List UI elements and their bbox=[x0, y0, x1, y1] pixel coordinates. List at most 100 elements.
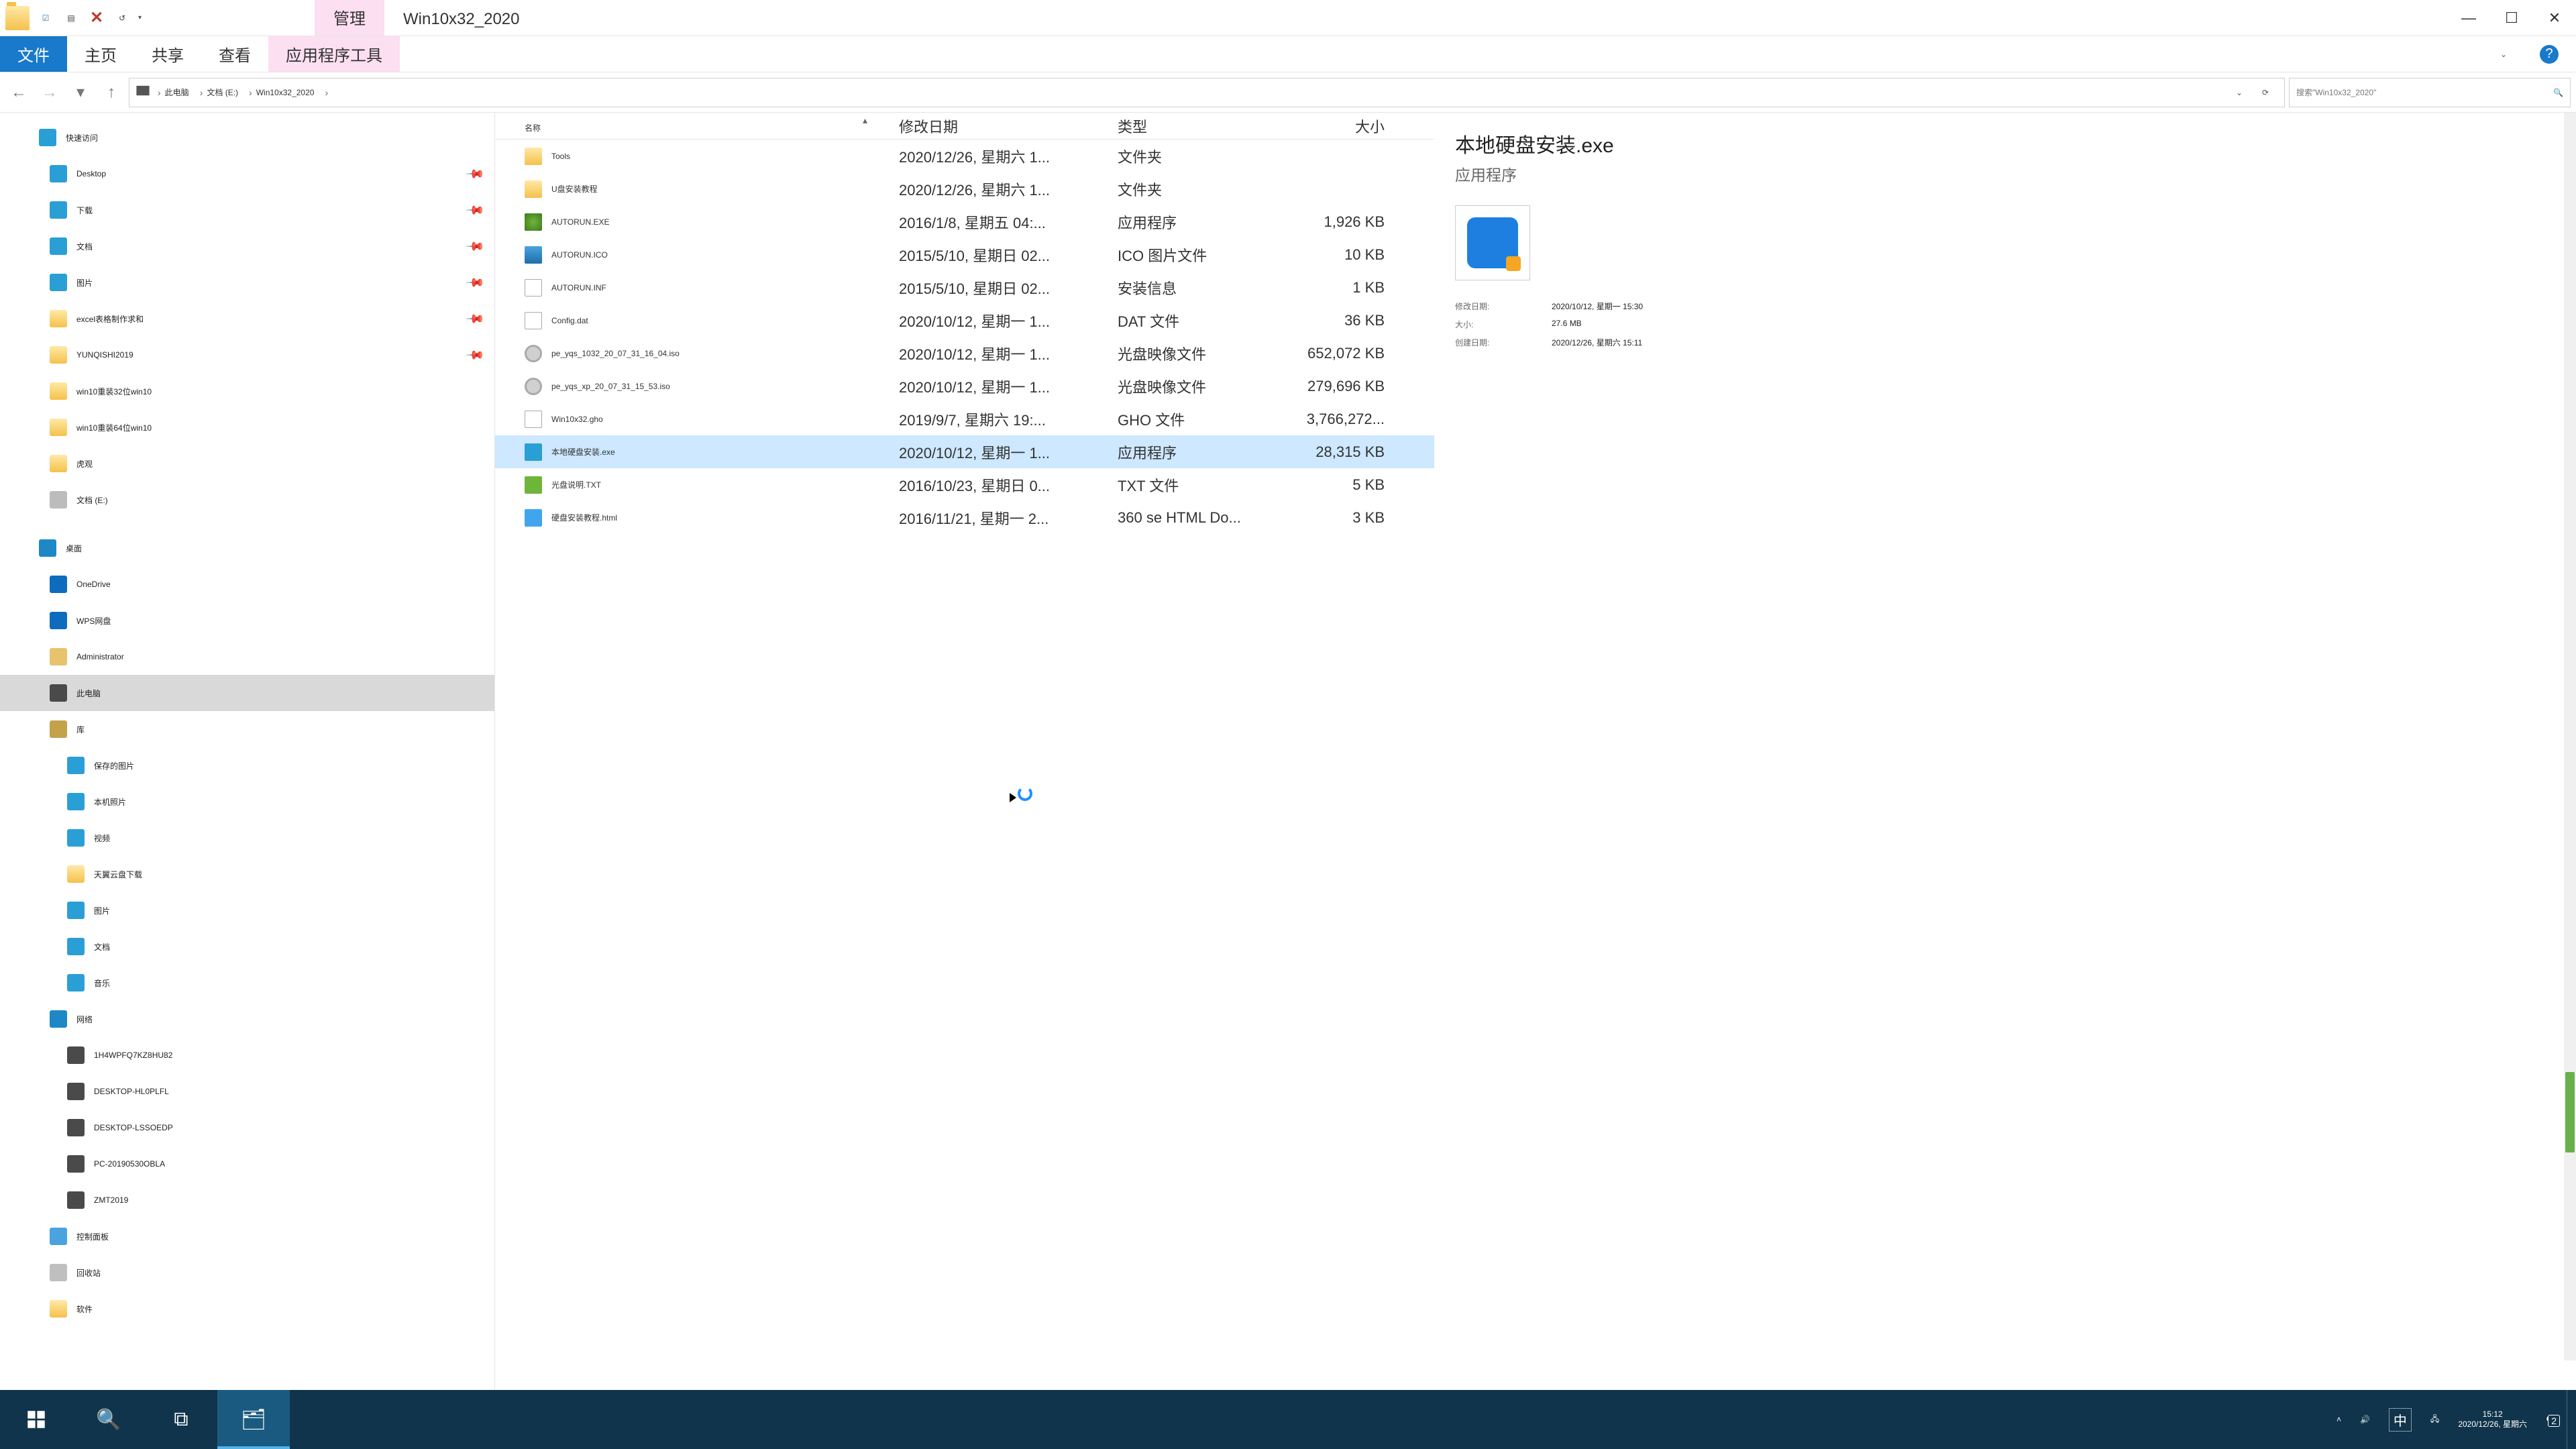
ribbon-help-button[interactable]: ? bbox=[2536, 36, 2563, 72]
file-row[interactable]: U盘安装教程2020/12/26, 星期六 1...文件夹 bbox=[495, 172, 1434, 205]
file-row[interactable]: 光盘说明.TXT2016/10/23, 星期日 0...TXT 文件5 KB bbox=[495, 468, 1434, 501]
nav-back-button[interactable]: ← bbox=[5, 79, 32, 106]
search-icon[interactable]: 🔍 bbox=[2553, 88, 2563, 97]
file-row[interactable]: Win10x32.gho2019/9/7, 星期六 19:...GHO 文件3,… bbox=[495, 402, 1434, 435]
tree-desktop-root[interactable]: 桌面 bbox=[0, 530, 494, 566]
tree-network-pc[interactable]: 1H4WPFQ7KZ8HU82 bbox=[0, 1037, 494, 1073]
tree-saved-pictures[interactable]: 保存的图片 bbox=[0, 747, 494, 784]
file-row[interactable]: Config.dat2020/10/12, 星期一 1...DAT 文件36 K… bbox=[495, 304, 1434, 337]
breadcrumb-root[interactable]: 此电脑 bbox=[165, 87, 189, 98]
file-list[interactable]: 名称▴ 修改日期 类型 大小 Tools2020/12/26, 星期六 1...… bbox=[495, 113, 1434, 1391]
maximize-button[interactable]: ☐ bbox=[2490, 0, 2533, 36]
tree-administrator[interactable]: Administrator bbox=[0, 639, 494, 675]
column-size[interactable]: 大小 bbox=[1291, 115, 1398, 137]
tray-ime-indicator[interactable]: 中 bbox=[2389, 1408, 2412, 1432]
address-bar[interactable]: › 此电脑 › 文档 (E:) › Win10x32_2020 › ⌄ ⟳ bbox=[129, 78, 2285, 107]
chevron-right-icon[interactable]: › bbox=[200, 87, 203, 98]
tray-volume-icon[interactable]: 🔊 bbox=[2360, 1415, 2370, 1424]
file-row[interactable]: 硬盘安装教程.html2016/11/21, 星期一 2...360 se HT… bbox=[495, 501, 1434, 534]
tree-documents2[interactable]: 文档 bbox=[0, 928, 494, 965]
tray-clock[interactable]: 15:12 2020/12/26, 星期六 bbox=[2458, 1409, 2527, 1430]
taskbar-taskview-button[interactable]: ⧉ bbox=[145, 1390, 217, 1449]
taskbar-explorer-button[interactable]: 🗂 bbox=[217, 1390, 290, 1449]
tree-network[interactable]: 网络 bbox=[0, 1001, 494, 1037]
tree-pictures2[interactable]: 图片 bbox=[0, 892, 494, 928]
tree-software[interactable]: 软件 bbox=[0, 1291, 494, 1327]
show-desktop-button[interactable] bbox=[2567, 1390, 2576, 1449]
file-row[interactable]: pe_yqs_xp_20_07_31_15_53.iso2020/10/12, … bbox=[495, 370, 1434, 402]
tree-win10-64[interactable]: win10重装64位win10 bbox=[0, 409, 494, 445]
start-button[interactable] bbox=[0, 1390, 72, 1449]
ribbon-tab-file[interactable]: 文件 bbox=[0, 36, 67, 72]
qat-customize-dropdown[interactable]: ▾ bbox=[138, 14, 142, 21]
tree-onedrive[interactable]: OneDrive bbox=[0, 566, 494, 602]
column-name[interactable]: 名称▴ bbox=[495, 117, 891, 135]
tree-network-pc[interactable]: ZMT2019 bbox=[0, 1182, 494, 1218]
ribbon-expand-icon[interactable]: ⌄ bbox=[2490, 36, 2517, 72]
qat-delete-icon[interactable]: ✕ bbox=[87, 9, 106, 28]
tray-network-icon[interactable]: 🖧 bbox=[2430, 1413, 2439, 1427]
tree-downloads[interactable]: 下载📌 bbox=[0, 192, 494, 228]
file-row[interactable]: 本地硬盘安装.exe2020/10/12, 星期一 1...应用程序28,315… bbox=[495, 435, 1434, 468]
tree-videos[interactable]: 视频 bbox=[0, 820, 494, 856]
search-input[interactable]: 搜索"Win10x32_2020" 🔍 bbox=[2289, 78, 2571, 107]
file-row[interactable]: AUTORUN.INF2015/5/10, 星期日 02...安装信息1 KB bbox=[495, 271, 1434, 304]
nav-up-button[interactable]: ↑ bbox=[98, 79, 125, 106]
tree-excel-folder[interactable]: excel表格制作求和📌 bbox=[0, 301, 494, 337]
tree-pictures[interactable]: 图片📌 bbox=[0, 264, 494, 301]
file-name: Config.dat bbox=[551, 316, 588, 325]
breadcrumb-folder[interactable]: Win10x32_2020 bbox=[256, 88, 315, 97]
tree-desktop[interactable]: Desktop📌 bbox=[0, 156, 494, 192]
tree-drive-e[interactable]: 文档 (E:) bbox=[0, 482, 494, 518]
file-row[interactable]: AUTORUN.ICO2015/5/10, 星期日 02...ICO 图片文件1… bbox=[495, 238, 1434, 271]
qat-properties-icon[interactable]: ☑ bbox=[36, 9, 55, 28]
refresh-button[interactable]: ⟳ bbox=[2252, 88, 2279, 97]
tree-wps[interactable]: WPS网盘 bbox=[0, 602, 494, 639]
tree-win10-32[interactable]: win10重装32位win10 bbox=[0, 373, 494, 409]
tray-overflow-icon[interactable]: ˄ bbox=[2337, 1415, 2341, 1424]
ribbon-tab-app-tools[interactable]: 应用程序工具 bbox=[268, 36, 400, 72]
chevron-right-icon[interactable]: › bbox=[158, 87, 161, 98]
address-history-dropdown[interactable]: ⌄ bbox=[2229, 88, 2249, 97]
tree-local-photos[interactable]: 本机照片 bbox=[0, 784, 494, 820]
tree-tianyi[interactable]: 天翼云盘下载 bbox=[0, 856, 494, 892]
file-row[interactable]: AUTORUN.EXE2016/1/8, 星期五 04:...应用程序1,926… bbox=[495, 205, 1434, 238]
breadcrumb-drive[interactable]: 文档 (E:) bbox=[207, 87, 238, 98]
tree-yunqishi[interactable]: YUNQISHI2019📌 bbox=[0, 337, 494, 373]
qat-undo-icon[interactable]: ↺ bbox=[113, 9, 131, 28]
file-row[interactable]: Tools2020/12/26, 星期六 1...文件夹 bbox=[495, 140, 1434, 172]
ribbon-tab-home[interactable]: 主页 bbox=[67, 36, 134, 72]
nav-forward-button[interactable]: → bbox=[36, 79, 63, 106]
navigation-pane[interactable]: 快速访问 Desktop📌 下载📌 文档📌 图片📌 excel表格制作求和📌 Y… bbox=[0, 113, 495, 1391]
file-row[interactable]: pe_yqs_1032_20_07_31_16_04.iso2020/10/12… bbox=[495, 337, 1434, 370]
tree-libraries[interactable]: 库 bbox=[0, 711, 494, 747]
pin-icon: 📌 bbox=[464, 272, 485, 293]
tree-this-pc[interactable]: 此电脑 bbox=[0, 675, 494, 711]
chevron-right-icon[interactable]: › bbox=[249, 87, 252, 98]
qat-new-folder-icon[interactable]: ▤ bbox=[62, 9, 80, 28]
tree-network-pc[interactable]: DESKTOP-HL0PLFL bbox=[0, 1073, 494, 1110]
minimize-button[interactable]: — bbox=[2447, 0, 2490, 36]
ribbon-tab-share[interactable]: 共享 bbox=[134, 36, 201, 72]
tree-music[interactable]: 音乐 bbox=[0, 965, 494, 1001]
tree-network-pc[interactable]: DESKTOP-LSSOEDP bbox=[0, 1110, 494, 1146]
tree-recycle-bin[interactable]: 回收站 bbox=[0, 1254, 494, 1291]
scrollbar[interactable] bbox=[2564, 113, 2576, 1360]
ribbon-tab-view[interactable]: 查看 bbox=[201, 36, 268, 72]
column-type[interactable]: 类型 bbox=[1110, 115, 1291, 137]
tree-control-panel[interactable]: 控制面板 bbox=[0, 1218, 494, 1254]
file-size: 1,926 KB bbox=[1291, 213, 1398, 231]
drive-icon bbox=[50, 491, 67, 508]
file-type: ICO 图片文件 bbox=[1110, 244, 1291, 266]
tree-huguan[interactable]: 虎观 bbox=[0, 445, 494, 482]
taskbar-search-button[interactable]: 🔍 bbox=[72, 1390, 145, 1449]
tree-network-pc[interactable]: PC-20190530OBLA bbox=[0, 1146, 494, 1182]
scrollbar-thumb[interactable] bbox=[2565, 1072, 2575, 1152]
nav-recent-dropdown[interactable]: ▾ bbox=[67, 79, 94, 106]
tray-action-center-icon[interactable]: 💬2 bbox=[2546, 1415, 2556, 1424]
column-date[interactable]: 修改日期 bbox=[891, 115, 1110, 137]
tree-quick-access[interactable]: 快速访问 bbox=[0, 119, 494, 156]
chevron-right-icon[interactable]: › bbox=[325, 87, 328, 98]
close-button[interactable]: ✕ bbox=[2533, 0, 2576, 36]
tree-documents[interactable]: 文档📌 bbox=[0, 228, 494, 264]
